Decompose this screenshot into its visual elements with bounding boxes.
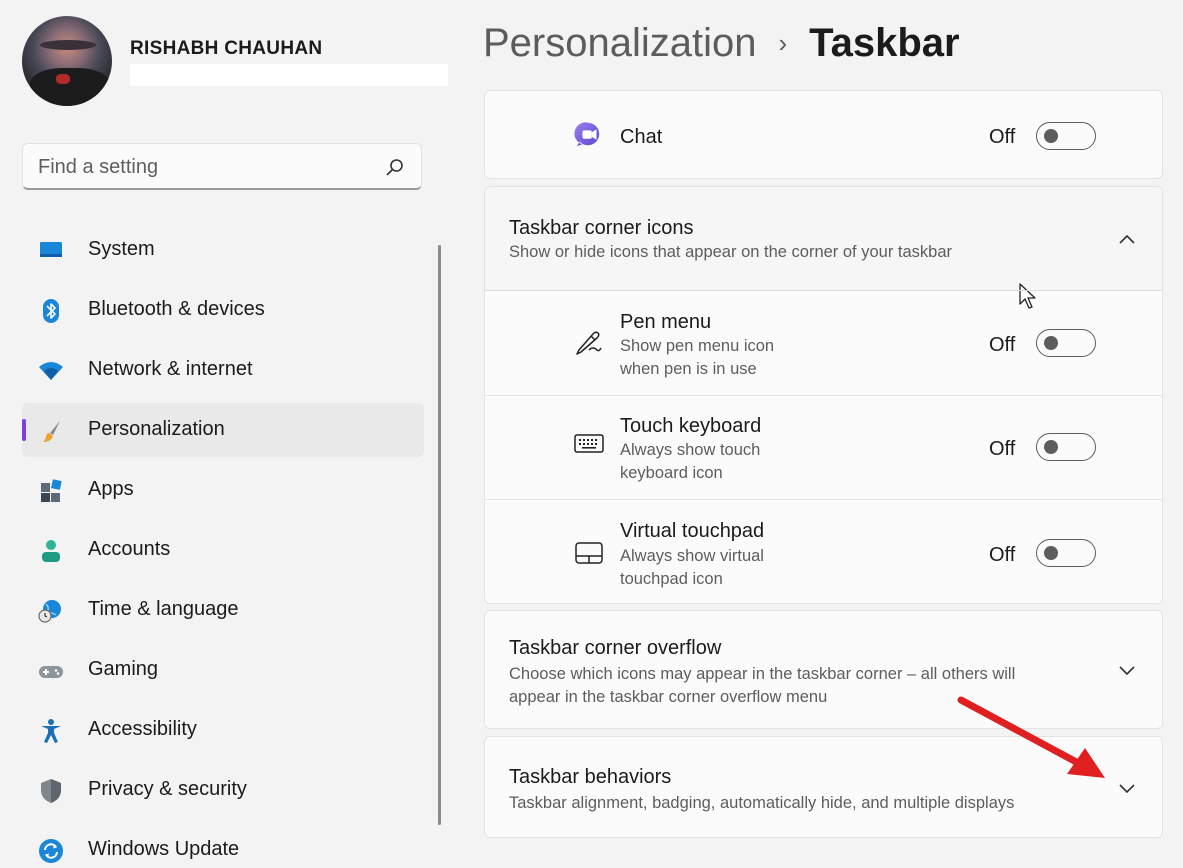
gamepad-icon: [39, 666, 63, 678]
pen-menu-desc-line2: when pen is in use: [620, 360, 757, 378]
person-icon: [42, 540, 60, 562]
search-icon[interactable]: [385, 157, 405, 177]
sidebar-item-label: Bluetooth & devices: [88, 298, 265, 320]
corner-overflow-desc-line2: appear in the taskbar corner overflow me…: [509, 688, 828, 706]
virtual-touchpad-toggle[interactable]: [1036, 539, 1096, 567]
sidebar-item-label: Privacy & security: [88, 778, 247, 800]
sidebar-item-bluetooth[interactable]: Bluetooth & devices: [22, 283, 424, 337]
pen-menu-row: Pen menu Show pen menu icon when pen is …: [485, 291, 1162, 395]
corner-icons-description: Show or hide icons that appear on the co…: [509, 243, 953, 261]
sidebar-item-apps[interactable]: Apps: [22, 463, 424, 517]
monitor-icon: [40, 242, 62, 257]
corner-icons-title: Taskbar corner icons: [509, 217, 694, 239]
virtual-touchpad-row: Virtual touchpad Always show virtual tou…: [485, 500, 1162, 604]
corner-overflow-desc-line1: Choose which icons may appear in the tas…: [509, 665, 1016, 683]
update-icon: [39, 839, 63, 863]
touch-keyboard-toggle[interactable]: [1036, 433, 1096, 461]
sidebar-item-label: Time & language: [88, 598, 239, 620]
brush-icon: [43, 421, 60, 442]
virtual-touchpad-status: Off: [989, 544, 1016, 566]
accessibility-icon: [41, 719, 61, 743]
touchpad-icon: [575, 542, 603, 564]
chat-label: Chat: [620, 126, 663, 148]
touch-keyboard-desc-line2: keyboard icon: [620, 464, 723, 482]
corner-icons-header[interactable]: Taskbar corner icons Show or hide icons …: [485, 187, 1162, 309]
virtual-touchpad-desc-line1: Always show virtual: [620, 547, 764, 565]
sidebar-item-accessibility[interactable]: Accessibility: [22, 703, 424, 757]
search-input[interactable]: [38, 153, 368, 181]
sidebar-item-label: Gaming: [88, 658, 159, 680]
chat-icon: [574, 122, 600, 147]
keyboard-icon: [574, 434, 604, 453]
touch-keyboard-row: Touch keyboard Always show touch keyboar…: [485, 396, 1162, 499]
chat-status: Off: [989, 126, 1016, 148]
sidebar-item-label: System: [88, 238, 155, 260]
corner-icons-card: Taskbar corner icons Show or hide icons …: [484, 186, 1163, 604]
profile-name: RISHABH CHAUHAN: [130, 38, 323, 59]
sidebar-item-personalization[interactable]: Personalization: [22, 403, 424, 457]
avatar[interactable]: [22, 16, 112, 106]
touch-keyboard-title: Touch keyboard: [620, 415, 762, 437]
sidebar-item-accounts[interactable]: Accounts: [22, 523, 424, 577]
sidebar-item-label: Personalization: [88, 418, 225, 440]
search-box[interactable]: [22, 143, 422, 190]
breadcrumb-separator: ›: [778, 27, 788, 58]
sidebar-item-network[interactable]: Network & internet: [22, 343, 424, 397]
breadcrumb-parent[interactable]: Personalization: [483, 21, 757, 66]
pen-menu-toggle[interactable]: [1036, 329, 1096, 357]
pen-menu-title: Pen menu: [620, 311, 712, 333]
sidebar-item-gaming[interactable]: Gaming: [22, 643, 424, 697]
sidebar-nav: System Bluetooth & devices Network & int…: [22, 223, 424, 868]
chat-toggle[interactable]: [1036, 122, 1096, 150]
pen-menu-desc-line1: Show pen menu icon: [620, 337, 775, 355]
chevron-up-icon[interactable]: [1117, 233, 1137, 245]
taskbar-behaviors-description: Taskbar alignment, badging, automaticall…: [509, 794, 1015, 812]
profile-email-redacted: [130, 64, 448, 86]
pen-menu-status: Off: [989, 334, 1016, 356]
breadcrumb: Personalization › Taskbar: [483, 18, 960, 68]
page-title: Taskbar: [809, 20, 960, 65]
user-profile[interactable]: RISHABH CHAUHAN: [22, 16, 452, 108]
corner-overflow-title: Taskbar corner overflow: [509, 637, 722, 659]
pen-icon: [576, 331, 602, 355]
taskbar-behaviors-title: Taskbar behaviors: [509, 766, 672, 788]
red-arrow-annotation: [957, 696, 1105, 778]
sidebar-item-label: Windows Update: [88, 838, 240, 860]
sidebar-item-windows-update[interactable]: Windows Update: [22, 823, 424, 868]
bluetooth-icon: [43, 299, 59, 323]
sidebar-item-system[interactable]: System: [22, 223, 424, 277]
sidebar-item-label: Network & internet: [88, 358, 253, 380]
apps-icon: [41, 479, 62, 502]
touch-keyboard-desc-line1: Always show touch: [620, 441, 761, 459]
chat-setting-card: Chat Off: [484, 90, 1163, 179]
sidebar-scrollbar[interactable]: [438, 245, 441, 825]
virtual-touchpad-desc-line2: touchpad icon: [620, 570, 723, 588]
wifi-icon: [39, 362, 63, 380]
virtual-touchpad-title: Virtual touchpad: [620, 520, 765, 542]
sidebar-item-privacy[interactable]: Privacy & security: [22, 763, 424, 817]
shield-icon: [41, 779, 61, 803]
chevron-down-icon[interactable]: [1117, 783, 1137, 795]
sidebar-item-label: Apps: [88, 478, 134, 500]
globe-clock-icon: [38, 600, 61, 623]
sidebar-item-label: Accounts: [88, 538, 171, 560]
sidebar-item-label: Accessibility: [88, 718, 197, 740]
chevron-down-icon[interactable]: [1117, 665, 1137, 677]
touch-keyboard-status: Off: [989, 438, 1016, 460]
sidebar-item-time-language[interactable]: Time & language: [22, 583, 424, 637]
